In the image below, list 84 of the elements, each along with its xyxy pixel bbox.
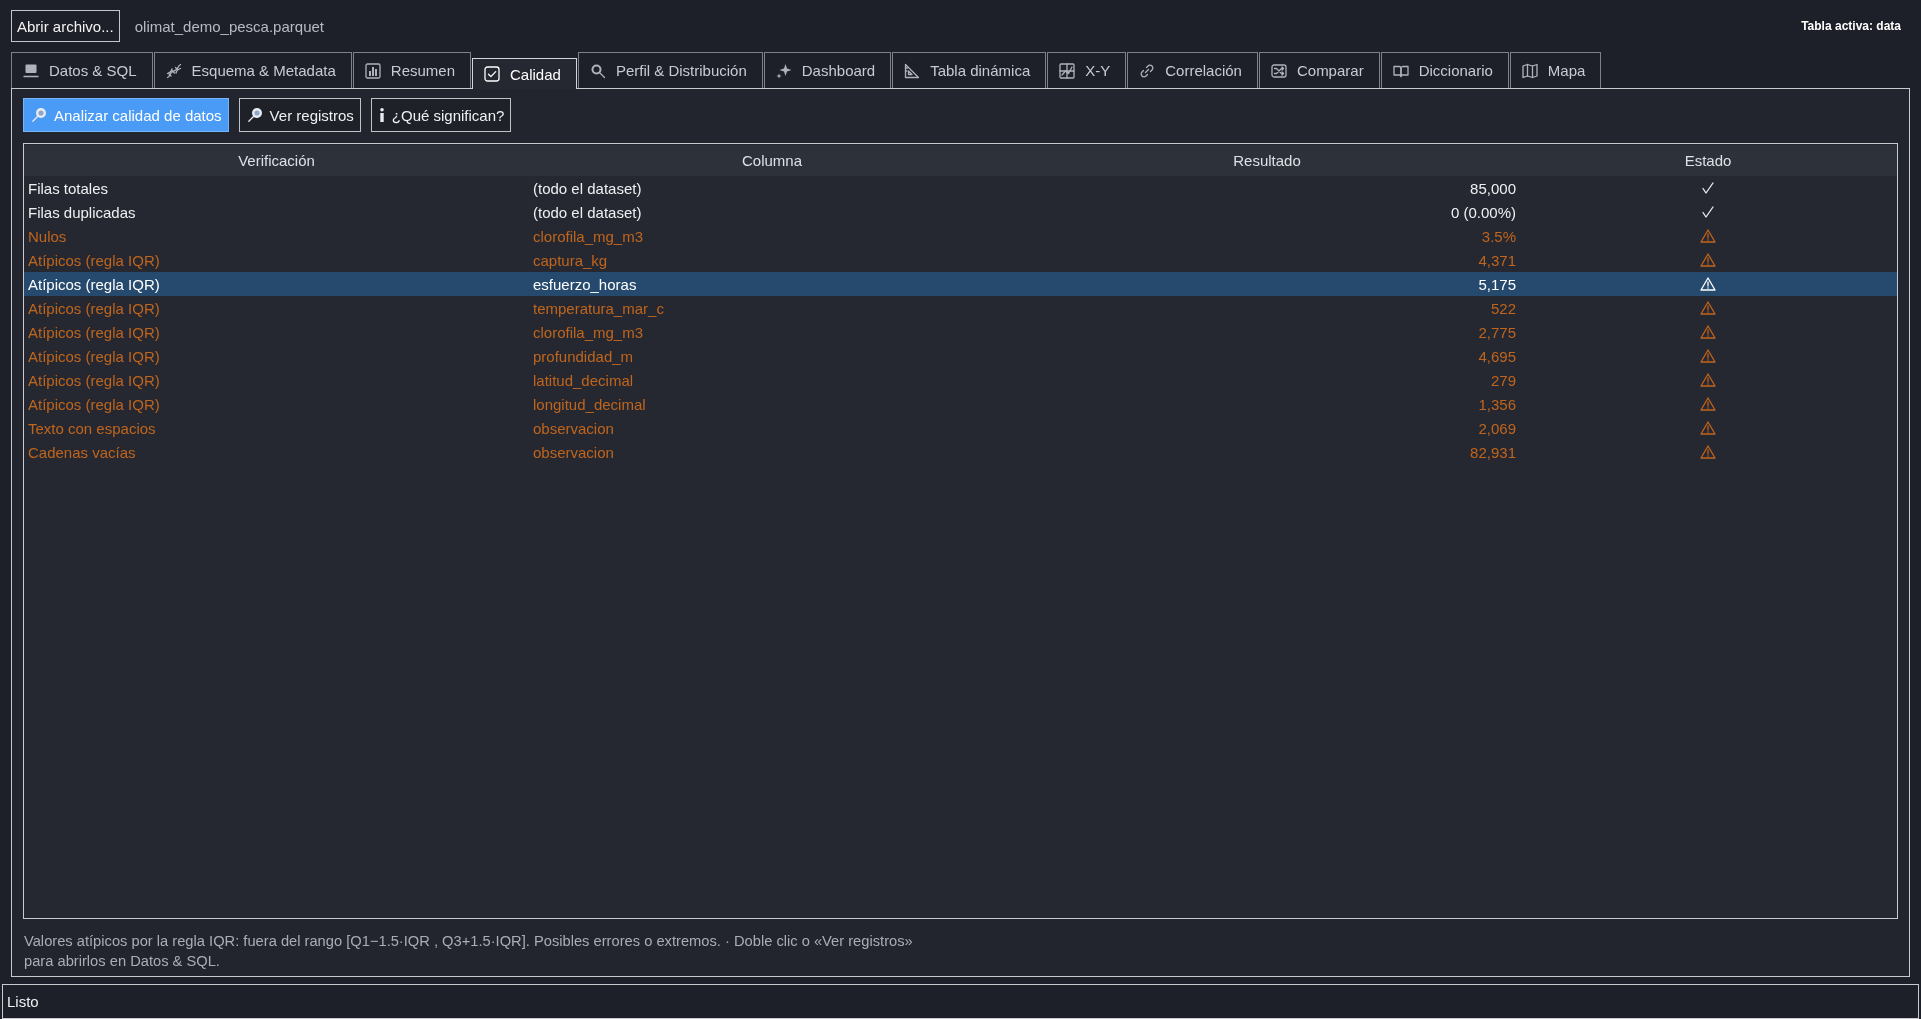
- tab[interactable]: Correlación: [1127, 52, 1258, 88]
- table-row[interactable]: Atípicos (regla IQR) captura_kg 4,371: [24, 248, 1897, 272]
- checkbox-icon: [484, 66, 500, 82]
- column-header[interactable]: Columna: [529, 145, 1015, 176]
- shuffle-icon: [1270, 62, 1287, 79]
- sparkle-icon: [775, 62, 792, 79]
- search-icon: [31, 107, 47, 123]
- tab[interactable]: Resumen: [352, 52, 471, 88]
- table-cell-text: 4,371: [1477, 251, 1517, 269]
- search-icon: [246, 107, 263, 123]
- table-row[interactable]: Filas duplicadas (todo el dataset) 0 (0.00%): [24, 200, 1897, 224]
- table-cell-text: 4,695: [1477, 347, 1517, 365]
- table-row[interactable]: Atípicos (regla IQR) clorofila_mg_m3 2,775: [24, 320, 1897, 344]
- table-row[interactable]: Atípicos (regla IQR) esfuerzo_horas 5,175: [24, 272, 1897, 296]
- table-cell-text: 2,069: [1477, 419, 1517, 437]
- column-header[interactable]: Resultado: [1015, 145, 1519, 176]
- tab[interactable]: Diccionario: [1380, 52, 1509, 88]
- action-button[interactable]: Ver registros: [238, 98, 361, 132]
- table-row[interactable]: Atípicos (regla IQR) longitud_decimal 1,356: [24, 392, 1897, 416]
- table-cell-text: Filas totales: [27, 179, 110, 197]
- laptop-icon: [23, 62, 39, 79]
- status-text: Listo: [7, 993, 39, 1010]
- table-cell-text: Atípicos (regla IQR): [27, 371, 161, 389]
- table-cell-text: 3.5%: [1480, 227, 1517, 245]
- table-cell-text: 85,000: [1469, 179, 1517, 197]
- info-icon: [378, 108, 385, 122]
- table-cell-text: (todo el dataset): [532, 203, 643, 221]
- table-cell-text: Nulos: [27, 227, 68, 245]
- tab[interactable]: Dashboard: [763, 52, 892, 88]
- file-name: olimat_demo_pesca.parquet: [134, 17, 324, 35]
- table-cell-text: observacion: [532, 419, 615, 437]
- table-row[interactable]: Texto con espacios observacion 2,069: [24, 416, 1897, 440]
- table-cell-text: profundidad_m: [532, 347, 635, 365]
- table-row[interactable]: Nulos clorofila_mg_m3 3.5%: [24, 224, 1897, 248]
- tab[interactable]: Calidad: [472, 58, 577, 89]
- table-cell-text: Atípicos (regla IQR): [27, 251, 161, 269]
- link-icon: [1139, 62, 1156, 79]
- table-cell-text: Cadenas vacías: [27, 443, 137, 461]
- tab[interactable]: Tabla dinámica: [892, 52, 1047, 88]
- tab[interactable]: Comparar: [1258, 52, 1380, 88]
- action-button[interactable]: ¿Qué significan?: [370, 98, 512, 132]
- tab[interactable]: Datos & SQL: [11, 52, 153, 88]
- table-cell-text: Atípicos (regla IQR): [27, 299, 161, 317]
- tab[interactable]: Mapa: [1509, 52, 1602, 88]
- table-cell-text: Filas duplicadas: [27, 203, 137, 221]
- table-cell-text: captura_kg: [532, 251, 609, 269]
- table-cell-text: Atípicos (regla IQR): [27, 395, 161, 413]
- table-cell-text: Atípicos (regla IQR): [27, 347, 161, 365]
- table-cell-text: esfuerzo_horas: [532, 275, 638, 293]
- table-row[interactable]: Cadenas vacías observacion 82,931: [24, 440, 1897, 464]
- table-row[interactable]: Atípicos (regla IQR) temperatura_mar_c 522: [24, 296, 1897, 320]
- table-cell-text: 5,175: [1477, 275, 1517, 293]
- table-cell-text: Texto con espacios: [27, 419, 157, 437]
- magnifier-icon: [589, 62, 606, 79]
- table-cell-text: 279: [1489, 371, 1517, 389]
- table-cell-text: 82,931: [1469, 443, 1517, 461]
- table-row[interactable]: Atípicos (regla IQR) profundidad_m 4,695: [24, 344, 1897, 368]
- table-cell-text: 2,775: [1477, 323, 1517, 341]
- map-icon: [1521, 62, 1538, 79]
- table-cell-text: 0 (0.00%): [1449, 203, 1517, 221]
- table-cell-text: 522: [1489, 299, 1517, 317]
- table-cell-text: temperatura_mar_c: [532, 299, 665, 317]
- table-cell-text: observacion: [532, 443, 615, 461]
- table-cell-text: clorofila_mg_m3: [532, 227, 645, 245]
- line-chart-icon: [1059, 62, 1076, 79]
- column-header[interactable]: Estado: [1519, 145, 1897, 176]
- tab[interactable]: X-Y: [1047, 52, 1127, 88]
- table-row[interactable]: Filas totales (todo el dataset) 85,000: [24, 176, 1897, 200]
- active-table-label: Tabla activa: data: [1801, 19, 1901, 33]
- table-cell-text: latitud_decimal: [532, 371, 635, 389]
- table-cell-text: clorofila_mg_m3: [532, 323, 645, 341]
- tab[interactable]: Perfil & Distribución: [577, 52, 763, 88]
- table-cell-text: Atípicos (regla IQR): [27, 323, 161, 341]
- table-cell-text: longitud_decimal: [532, 395, 647, 413]
- help-note: Valores atípicos por la regla IQR: fuera del rango [Q1−1.5·IQR , Q3+1.5·IQR]. Posibles errores o extremos. · Doble clic o «Ver registros» para abrirlos en Datos & SQL.: [23, 932, 914, 971]
- table-cell-text: Atípicos (regla IQR): [27, 275, 161, 293]
- table-row[interactable]: Atípicos (regla IQR) latitud_decimal 279: [24, 368, 1897, 392]
- table-cell-text: (todo el dataset): [532, 179, 643, 197]
- bar-chart-icon: [364, 62, 381, 79]
- table-cell-text: 1,356: [1477, 395, 1517, 413]
- tab[interactable]: Esquema & Metadata: [153, 52, 352, 88]
- open-file-button[interactable]: Abrir archivo...: [11, 10, 120, 42]
- dna-icon: [165, 62, 182, 79]
- column-header[interactable]: Verificación: [24, 145, 529, 176]
